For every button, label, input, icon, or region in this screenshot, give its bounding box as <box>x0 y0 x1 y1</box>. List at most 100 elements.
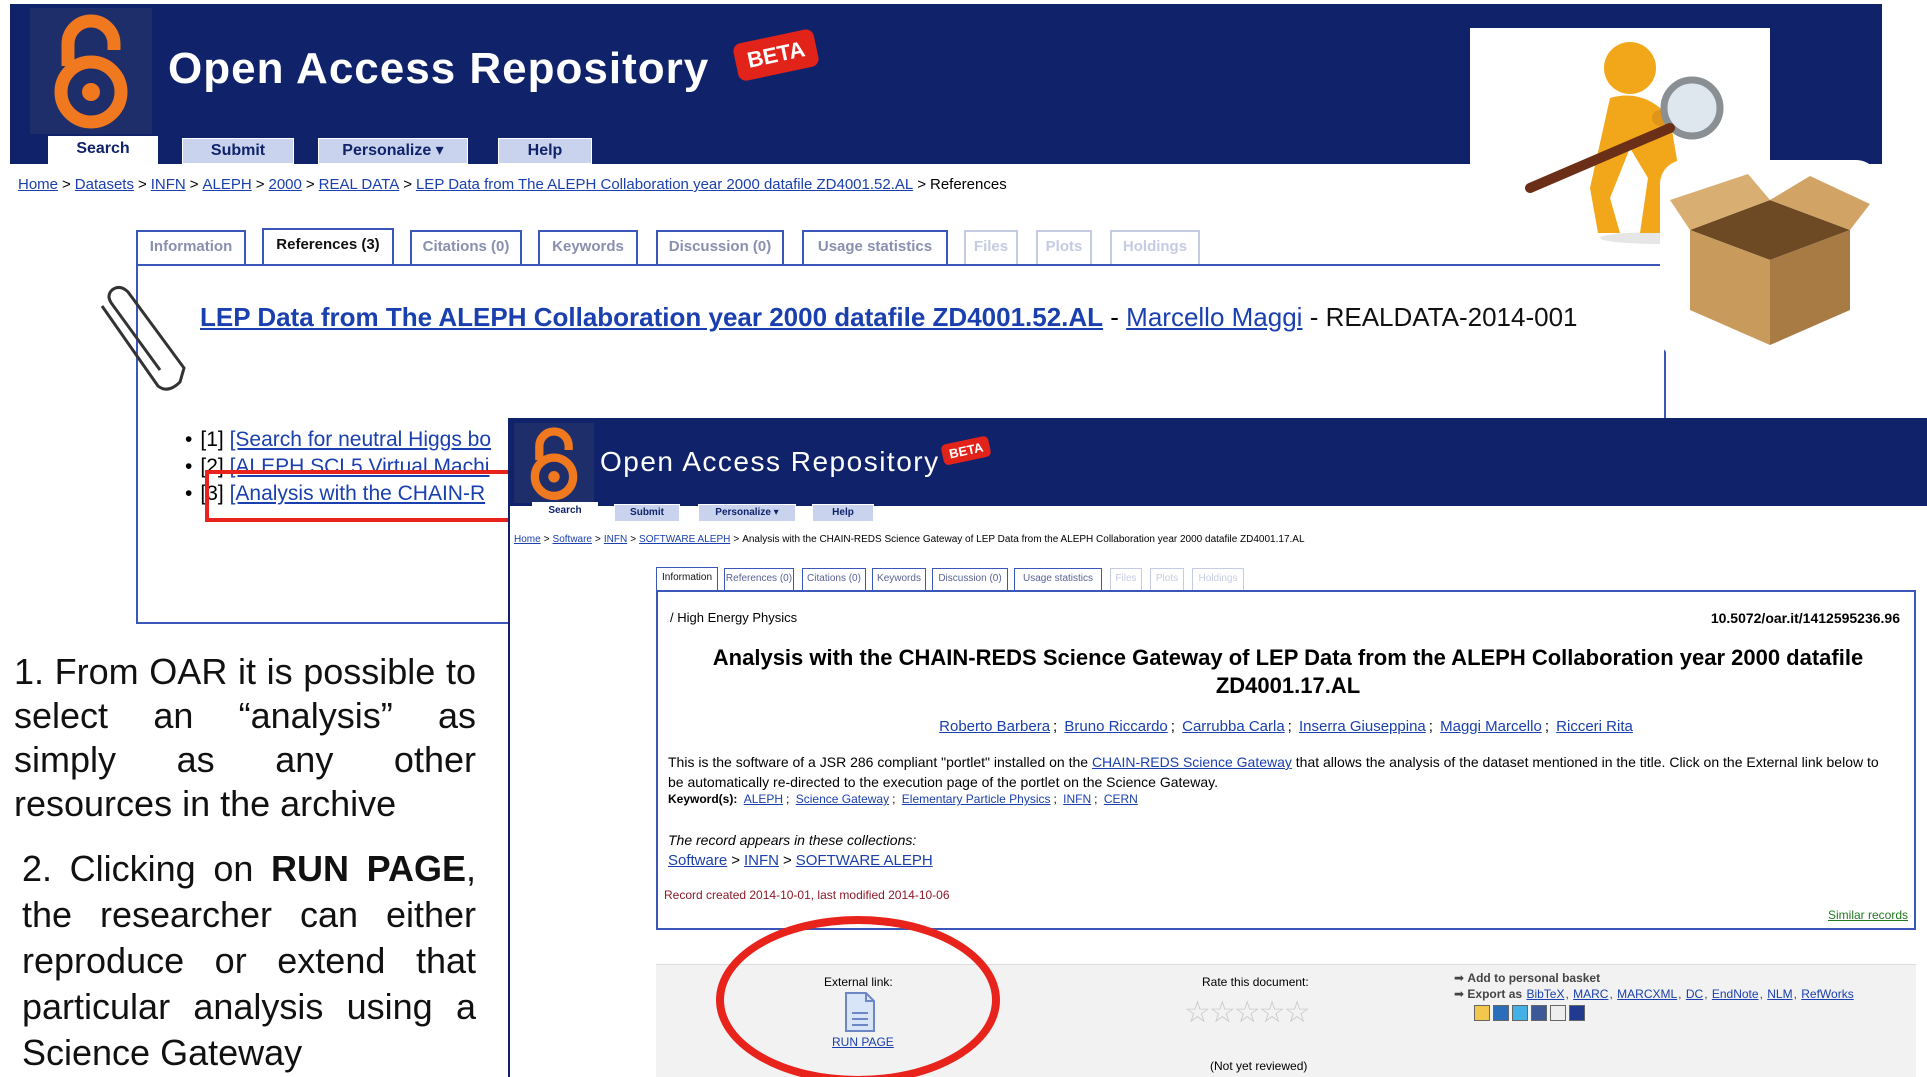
collection-link[interactable]: Software <box>668 852 727 869</box>
breadcrumb-home[interactable]: Home <box>514 534 541 545</box>
breadcrumb-real-data[interactable]: REAL DATA <box>319 176 400 193</box>
cardboard-box-icon <box>1660 160 1880 360</box>
breadcrumb-aleph[interactable]: ALEPH <box>203 176 252 193</box>
export-link[interactable]: EndNote <box>1712 987 1759 1001</box>
back-tab-usage-statistics[interactable]: Usage statistics <box>802 230 948 264</box>
linkedin-share-icon[interactable] <box>1493 1005 1509 1021</box>
collection-link[interactable]: SOFTWARE ALEPH <box>796 852 933 869</box>
front-nav-personalize[interactable]: Personalize ▾ <box>698 504 796 522</box>
reference-item: [1] [Search for neutral Higgs bo <box>185 428 491 452</box>
back-nav-personalize[interactable]: Personalize ▾ <box>318 138 468 164</box>
back-record-heading: LEP Data from The ALEPH Collaboration ye… <box>200 302 1578 333</box>
back-tab-references[interactable]: References (3) <box>262 228 394 266</box>
step-2-intro: 2. Clicking on <box>22 848 271 889</box>
star-rating[interactable]: ☆☆☆☆☆ <box>1184 995 1310 1030</box>
export-link[interactable]: NLM <box>1767 987 1792 1001</box>
add-to-basket-link[interactable]: Add to personal basket <box>1467 971 1600 985</box>
back-record-author[interactable]: Marcello Maggi <box>1126 302 1302 332</box>
back-record-title[interactable]: LEP Data from The ALEPH Collaboration ye… <box>200 302 1103 332</box>
keyword-link[interactable]: Elementary Particle Physics <box>902 792 1051 806</box>
back-tab-citations[interactable]: Citations (0) <box>410 230 522 264</box>
export-link[interactable]: MARC <box>1573 987 1608 1001</box>
step-2-run-page: RUN PAGE <box>271 848 466 889</box>
front-site-title: Open Access Repository <box>600 446 940 477</box>
front-tab-references[interactable]: References (0) <box>724 568 794 590</box>
front-nav-search[interactable]: Search <box>532 502 598 524</box>
breadcrumb-2000[interactable]: 2000 <box>268 176 301 193</box>
arrow-icon: ➡ <box>1454 971 1465 985</box>
front-record-panel: / High Energy Physics 10.5072/oar.it/141… <box>656 590 1916 930</box>
front-nav-submit[interactable]: Submit <box>614 504 680 522</box>
facebook-share-icon[interactable] <box>1531 1005 1547 1021</box>
author-link[interactable]: Bruno Riccardo <box>1064 718 1167 735</box>
export-link[interactable]: DC <box>1686 987 1703 1001</box>
keyword-link[interactable]: Science Gateway <box>796 792 889 806</box>
cardboard-box-image <box>1660 160 1880 365</box>
author-link[interactable]: Roberto Barbera <box>939 718 1050 735</box>
back-breadcrumb: Home > Datasets > INFN > ALEPH >2000 > REAL DATA >… <box>18 176 1007 193</box>
paperclip-icon <box>100 285 186 391</box>
front-tab-information[interactable]: Information <box>656 567 718 591</box>
record-abstract: This is the software of a JSR 286 compli… <box>668 752 1898 792</box>
breadcrumb-software[interactable]: Software <box>553 534 592 545</box>
front-tab-plots: Plots <box>1150 568 1184 590</box>
export-link[interactable]: MARCXML <box>1617 987 1677 1001</box>
front-tab-keywords[interactable]: Keywords <box>872 568 926 590</box>
abstract-text: This is the software of a JSR 286 compli… <box>668 754 1092 770</box>
back-record-id: REALDATA-2014-001 <box>1325 302 1578 332</box>
front-tab-discussion[interactable]: Discussion (0) <box>932 568 1008 590</box>
back-nav-help[interactable]: Help <box>498 138 592 164</box>
similar-records-link[interactable]: Similar records <box>1828 908 1908 922</box>
rate-label: Rate this document: <box>1202 975 1309 989</box>
back-tab-keywords[interactable]: Keywords <box>538 230 638 264</box>
export-link[interactable]: BibTeX <box>1526 987 1564 1001</box>
add-to-basket: ➡ Add to personal basket <box>1454 971 1600 985</box>
export-label: Export as <box>1467 987 1523 1001</box>
science-gateway-link[interactable]: CHAIN-REDS Science Gateway <box>1092 754 1292 770</box>
run-page-highlight-circle <box>716 916 1000 1077</box>
keyword-link[interactable]: ALEPH <box>744 792 783 806</box>
delicious-share-icon[interactable] <box>1569 1005 1585 1021</box>
collection-link[interactable]: INFN <box>744 852 779 869</box>
back-tab-information[interactable]: Information <box>136 230 246 264</box>
author-link[interactable]: Maggi Marcello <box>1440 718 1542 735</box>
author-link[interactable]: Ricceri Rita <box>1556 718 1633 735</box>
keyword-link[interactable]: INFN <box>1063 792 1091 806</box>
author-link[interactable]: Inserra Giuseppina <box>1299 718 1426 735</box>
google-share-icon[interactable] <box>1550 1005 1566 1021</box>
reference-number: [1] <box>200 428 224 451</box>
share-icons <box>1474 1005 1585 1021</box>
breadcrumb-current: References <box>929 176 1007 193</box>
export-link[interactable]: RefWorks <box>1801 987 1853 1001</box>
review-status: (Not yet reviewed) <box>1210 1059 1308 1073</box>
back-beta-badge: BETA <box>731 27 821 83</box>
twitter-share-icon[interactable] <box>1512 1005 1528 1021</box>
breadcrumb-record[interactable]: LEP Data from The ALEPH Collaboration ye… <box>416 176 913 193</box>
back-nav-submit[interactable]: Submit <box>182 138 294 164</box>
front-logo <box>514 423 594 503</box>
front-tab-files: Files <box>1110 568 1142 590</box>
front-nav-help[interactable]: Help <box>812 504 874 522</box>
record-authors: Roberto Barbera; Bruno Riccardo; Carrubb… <box>939 718 1633 735</box>
breadcrumb-datasets[interactable]: Datasets <box>75 176 134 193</box>
breadcrumb-infn[interactable]: INFN <box>151 176 186 193</box>
front-tab-holdings: Holdings <box>1192 568 1244 590</box>
keywords-label: Keyword(s): <box>668 792 738 806</box>
back-nav-search[interactable]: Search <box>48 136 158 166</box>
back-tab-plots: Plots <box>1036 230 1092 264</box>
breadcrumb-home[interactable]: Home <box>18 176 58 193</box>
front-beta-badge: BETA <box>940 435 993 466</box>
breadcrumb-software-aleph[interactable]: SOFTWARE ALEPH <box>639 534 730 545</box>
front-tab-citations[interactable]: Citations (0) <box>802 568 866 590</box>
instruction-step-2: 2. Clicking on RUN PAGE, the researcher … <box>14 846 476 1076</box>
keyword-link[interactable]: CERN <box>1104 792 1138 806</box>
reference-link[interactable]: [Search for neutral Higgs bo <box>230 428 491 451</box>
instructions-text: 1. From OAR it is possible to select an … <box>14 650 476 1076</box>
back-record-dash-2: - <box>1302 302 1326 332</box>
front-tab-usage-statistics[interactable]: Usage statistics <box>1014 568 1102 590</box>
email-share-icon[interactable] <box>1474 1005 1490 1021</box>
author-link[interactable]: Carrubba Carla <box>1182 718 1285 735</box>
back-tab-discussion[interactable]: Discussion (0) <box>656 230 784 264</box>
record-title: Analysis with the CHAIN-REDS Science Gat… <box>712 645 1864 698</box>
breadcrumb-infn[interactable]: INFN <box>604 534 627 545</box>
